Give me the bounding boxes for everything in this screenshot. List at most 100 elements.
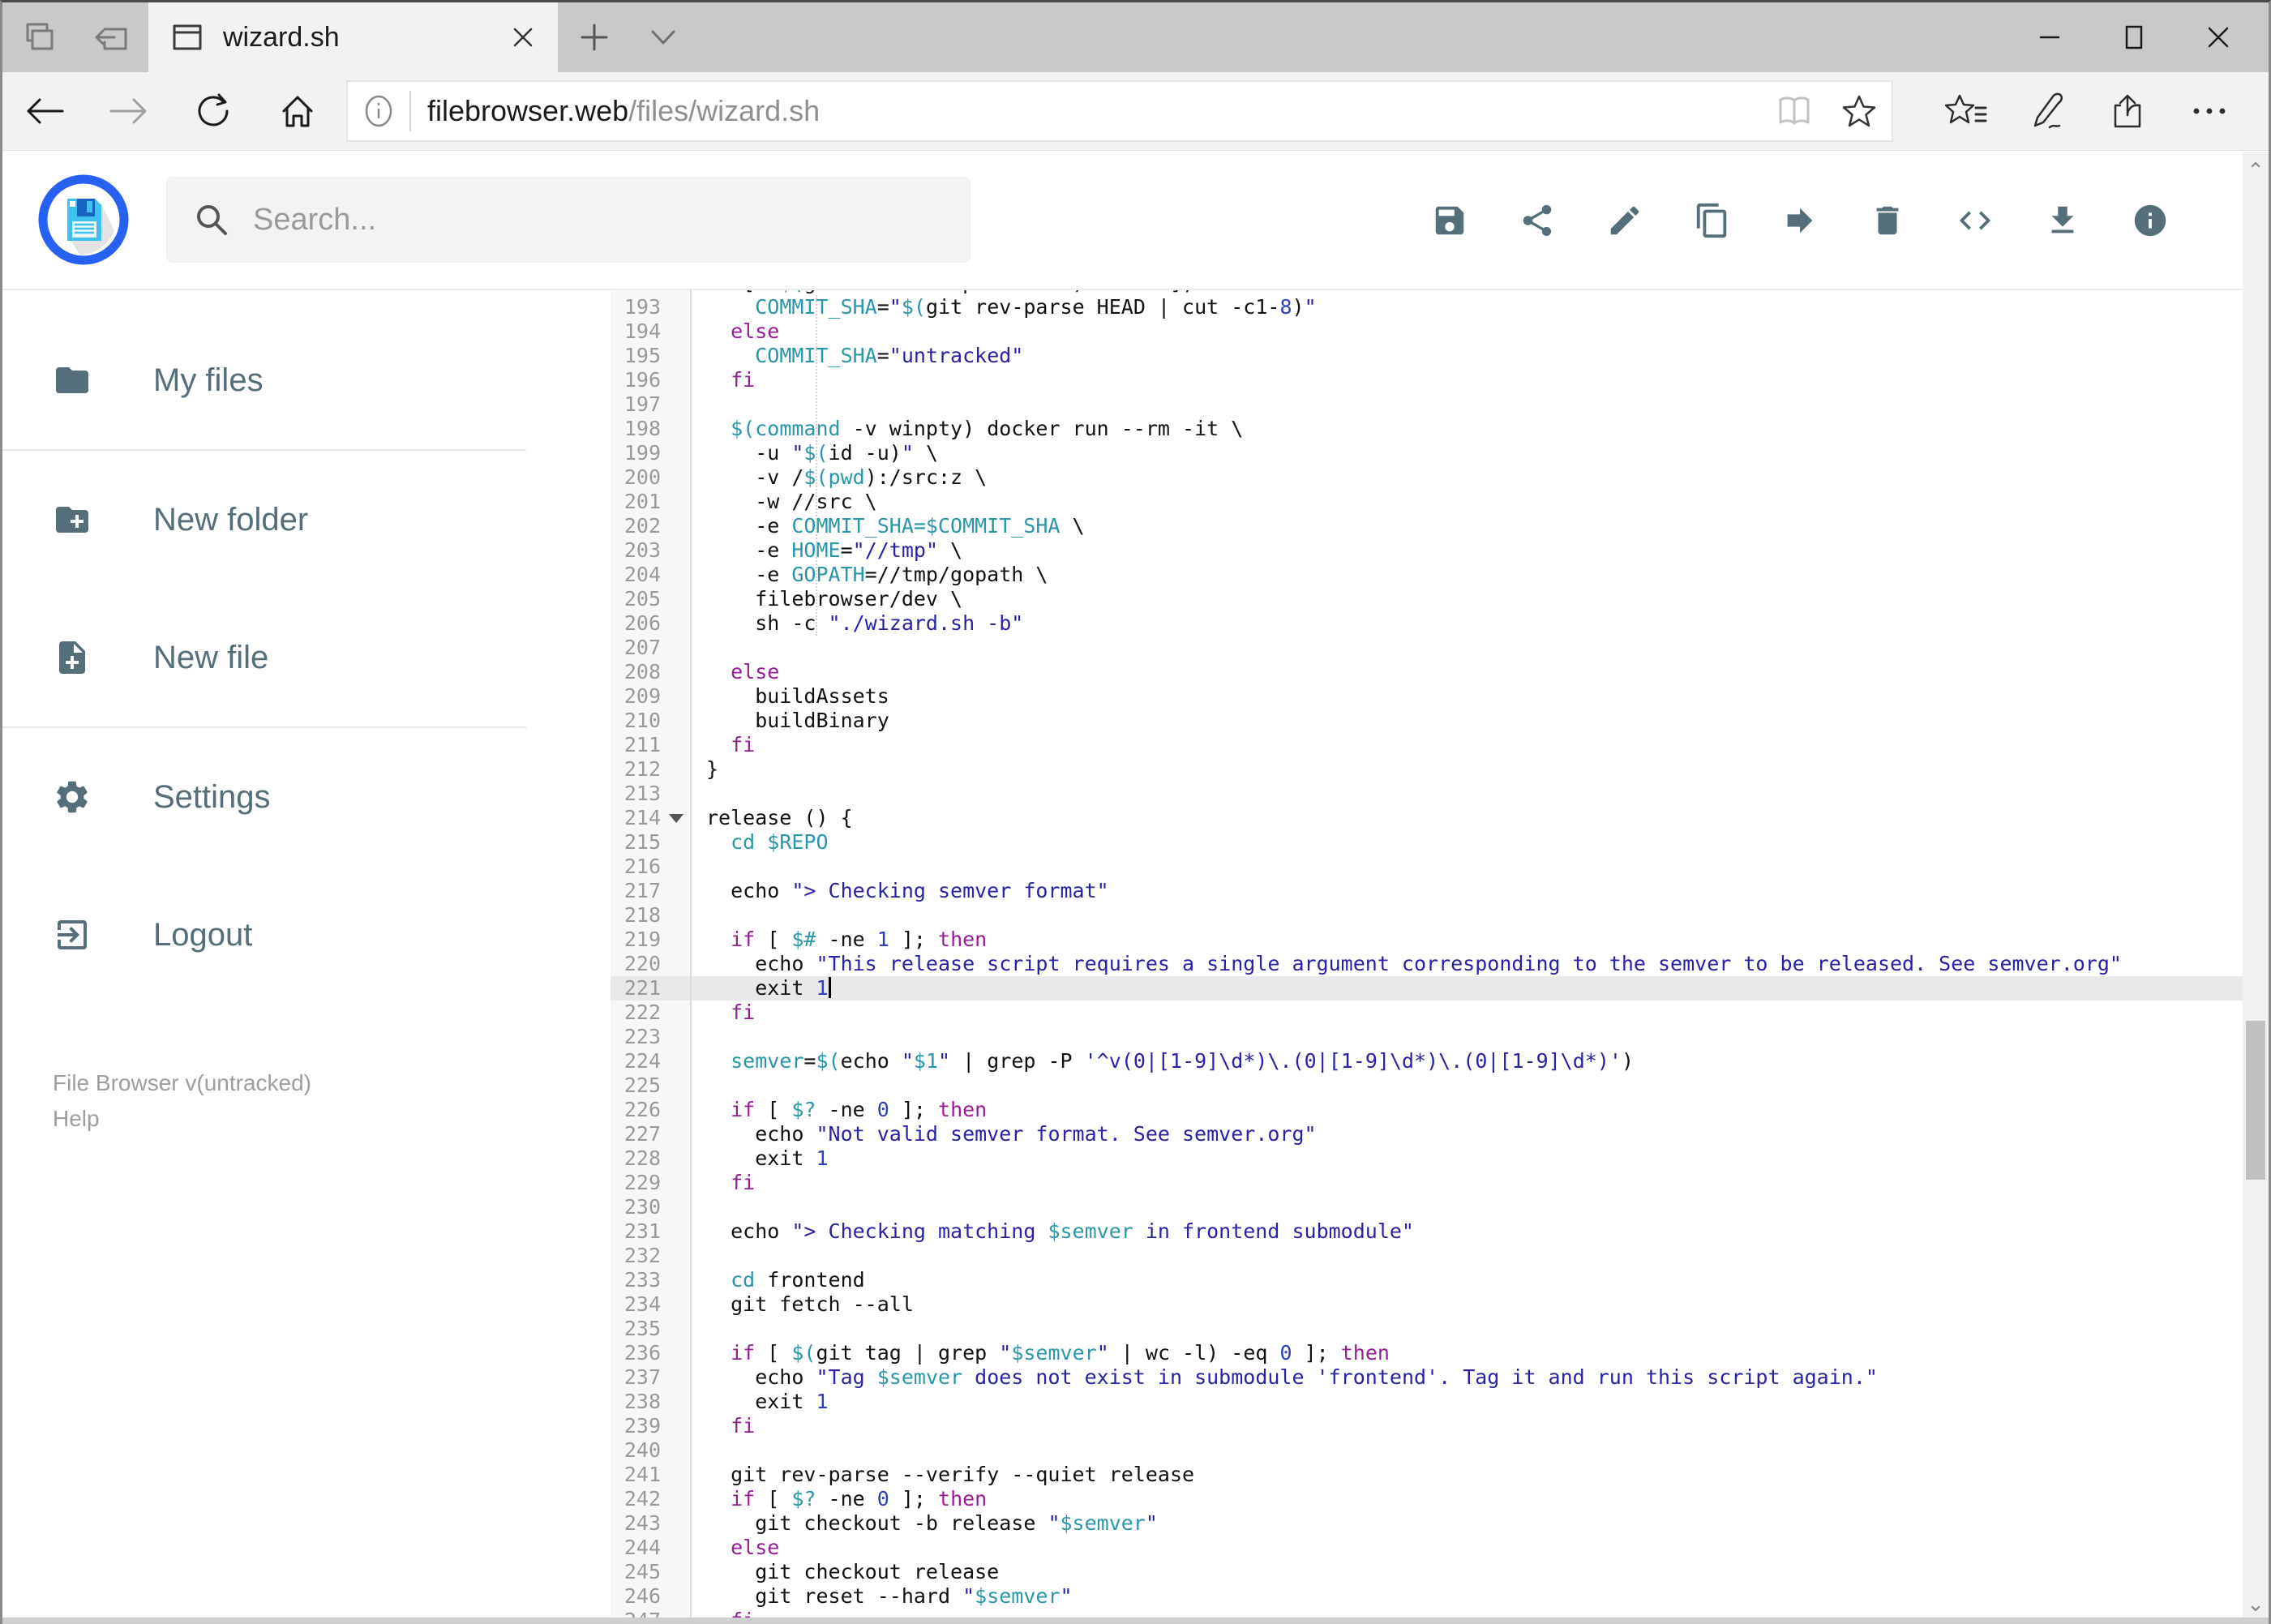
more-ellipsis-icon[interactable]: [2169, 106, 2250, 116]
code-text[interactable]: exit 1: [692, 976, 831, 1001]
code-text[interactable]: echo "Not valid semver format. See semve…: [692, 1122, 1316, 1146]
code-text[interactable]: $(command -v winpty) docker run --rm -it…: [692, 417, 1243, 441]
code-text[interactable]: -w //src \: [692, 490, 877, 514]
code-text[interactable]: git checkout -b release "$semver": [692, 1511, 1158, 1536]
code-text[interactable]: echo "> Checking semver format": [692, 879, 1109, 903]
code-line[interactable]: 196 fi: [611, 368, 2243, 392]
code-line[interactable]: 246 git reset --hard "$semver": [611, 1584, 2243, 1609]
code-text[interactable]: [692, 392, 706, 417]
code-line[interactable]: 217 echo "> Checking semver format": [611, 879, 2243, 903]
code-line[interactable]: 237 echo "Tag $semver does not exist in …: [611, 1365, 2243, 1390]
code-text[interactable]: if [ $? -ne 0 ]; then: [692, 1487, 987, 1511]
code-line[interactable]: 233 cd frontend: [611, 1268, 2243, 1292]
code-text[interactable]: exit 1: [692, 1390, 828, 1414]
code-line[interactable]: 226 if [ $? -ne 0 ]; then: [611, 1098, 2243, 1122]
close-window-icon[interactable]: [2176, 2, 2260, 72]
code-text[interactable]: -e COMMIT_SHA=$COMMIT_SHA \: [692, 514, 1084, 538]
site-info-icon[interactable]: [348, 93, 409, 129]
code-text[interactable]: filebrowser/dev \: [692, 587, 962, 611]
code-line[interactable]: 202 -e COMMIT_SHA=$COMMIT_SHA \: [611, 514, 2243, 538]
code-line[interactable]: 203 -e HOME="//tmp" \: [611, 538, 2243, 563]
move-button[interactable]: [1756, 177, 1844, 264]
code-text[interactable]: exit 1: [692, 1146, 828, 1171]
code-line[interactable]: 245 git checkout release: [611, 1560, 2243, 1584]
url-bar[interactable]: filebrowser.web/files/wizard.sh: [346, 80, 1893, 142]
code-text[interactable]: [692, 1025, 706, 1049]
code-line[interactable]: 227 echo "Not valid semver format. See s…: [611, 1122, 2243, 1146]
code-text[interactable]: buildAssets: [692, 684, 889, 709]
code-line[interactable]: 198 $(command -v winpty) docker run --rm…: [611, 417, 2243, 441]
sidebar-item-logout[interactable]: Logout: [2, 866, 526, 1004]
code-line[interactable]: 238 exit 1: [611, 1390, 2243, 1414]
code-line[interactable]: 236 if [ $(git tag | grep "$semver" | wc…: [611, 1341, 2243, 1365]
code-text[interactable]: -u "$(id -u)" \: [692, 441, 938, 465]
code-text[interactable]: if [ $# -ne 1 ]; then: [692, 928, 987, 952]
sidebar-item-my-files[interactable]: My files: [2, 311, 526, 449]
code-line[interactable]: 201 -w //src \: [611, 490, 2243, 514]
code-line[interactable]: 207: [611, 636, 2243, 660]
minimize-icon[interactable]: [2007, 2, 2092, 72]
scrollbar-thumb[interactable]: [2246, 1021, 2265, 1180]
code-text[interactable]: cd frontend: [692, 1268, 865, 1292]
code-text[interactable]: [692, 1438, 706, 1463]
info-button[interactable]: [2106, 177, 2194, 264]
code-line[interactable]: 239 fi: [611, 1414, 2243, 1438]
back-icon[interactable]: [2, 95, 87, 127]
code-text[interactable]: fi: [692, 1414, 755, 1438]
code-text[interactable]: [692, 636, 706, 660]
sidebar-item-new-file[interactable]: New file: [2, 589, 526, 726]
code-editor[interactable]: 192if [ "$(git status --porcelain)" = ""…: [526, 290, 2269, 1624]
code-text[interactable]: fi: [692, 368, 755, 392]
code-text[interactable]: git checkout release: [692, 1560, 999, 1584]
code-line[interactable]: 225: [611, 1073, 2243, 1098]
new-tab-button[interactable]: [558, 2, 631, 72]
code-line-active[interactable]: 221 exit 1: [611, 976, 2243, 1001]
code-line[interactable]: 232: [611, 1244, 2243, 1268]
code-view-button[interactable]: [1931, 177, 2019, 264]
copy-button[interactable]: [1669, 177, 1756, 264]
scrollbar-down-icon[interactable]: ⌄: [2243, 1588, 2269, 1621]
download-button[interactable]: [2019, 177, 2106, 264]
home-icon[interactable]: [255, 93, 340, 129]
code-line[interactable]: 214 release () {: [611, 806, 2243, 830]
code-line[interactable]: 224 semver=$(echo "$1" | grep -P '^v(0|[…: [611, 1049, 2243, 1073]
code-line[interactable]: 197: [611, 392, 2243, 417]
code-line[interactable]: 220 echo "This release script requires a…: [611, 952, 2243, 976]
code-line[interactable]: 229 fi: [611, 1171, 2243, 1195]
help-link[interactable]: Help: [53, 1101, 526, 1137]
code-text[interactable]: sh -c "./wizard.sh -b": [692, 611, 1023, 636]
reading-view-icon[interactable]: [1762, 96, 1827, 126]
code-text[interactable]: if [ $(git tag | grep "$semver" | wc -l)…: [692, 1341, 1390, 1365]
code-text[interactable]: else: [692, 319, 779, 344]
code-text[interactable]: [692, 1195, 706, 1219]
code-text[interactable]: echo "> Checking matching $semver in fro…: [692, 1219, 1414, 1244]
code-text[interactable]: fi: [692, 733, 755, 757]
code-line[interactable]: 222 fi: [611, 1001, 2243, 1025]
code-line[interactable]: 244 else: [611, 1536, 2243, 1560]
code-text[interactable]: cd $REPO: [692, 830, 828, 855]
code-line[interactable]: 241 git rev-parse --verify --quiet relea…: [611, 1463, 2243, 1487]
code-line[interactable]: 212}: [611, 757, 2243, 782]
code-line[interactable]: 219 if [ $# -ne 1 ]; then: [611, 928, 2243, 952]
fold-gutter[interactable]: [664, 806, 692, 830]
code-text[interactable]: echo "Tag $semver does not exist in subm…: [692, 1365, 1878, 1390]
edit-button[interactable]: [1581, 177, 1669, 264]
active-tab[interactable]: wizard.sh: [148, 2, 558, 72]
code-text[interactable]: fi: [692, 1001, 755, 1025]
page-scrollbar[interactable]: ⌃ ⌄: [2243, 152, 2269, 1624]
code-text[interactable]: -e HOME="//tmp" \: [692, 538, 962, 563]
favorites-hub-icon[interactable]: [1926, 93, 2007, 129]
code-lines[interactable]: 192if [ "$(git status --porcelain)" = ""…: [611, 290, 2243, 1624]
code-text[interactable]: COMMIT_SHA="untracked": [692, 344, 1023, 368]
code-line[interactable]: 195 COMMIT_SHA="untracked": [611, 344, 2243, 368]
code-line[interactable]: 223: [611, 1025, 2243, 1049]
code-line[interactable]: 193 COMMIT_SHA="$(git rev-parse HEAD | c…: [611, 295, 2243, 319]
code-text[interactable]: git fetch --all: [692, 1292, 914, 1317]
scrollbar-up-icon[interactable]: ⌃: [2243, 155, 2269, 187]
code-line[interactable]: 206 sh -c "./wizard.sh -b": [611, 611, 2243, 636]
code-text[interactable]: [692, 782, 706, 806]
code-line[interactable]: 243 git checkout -b release "$semver": [611, 1511, 2243, 1536]
forward-icon[interactable]: [87, 95, 171, 127]
code-text[interactable]: git reset --hard "$semver": [692, 1584, 1072, 1609]
code-text[interactable]: buildBinary: [692, 709, 889, 733]
